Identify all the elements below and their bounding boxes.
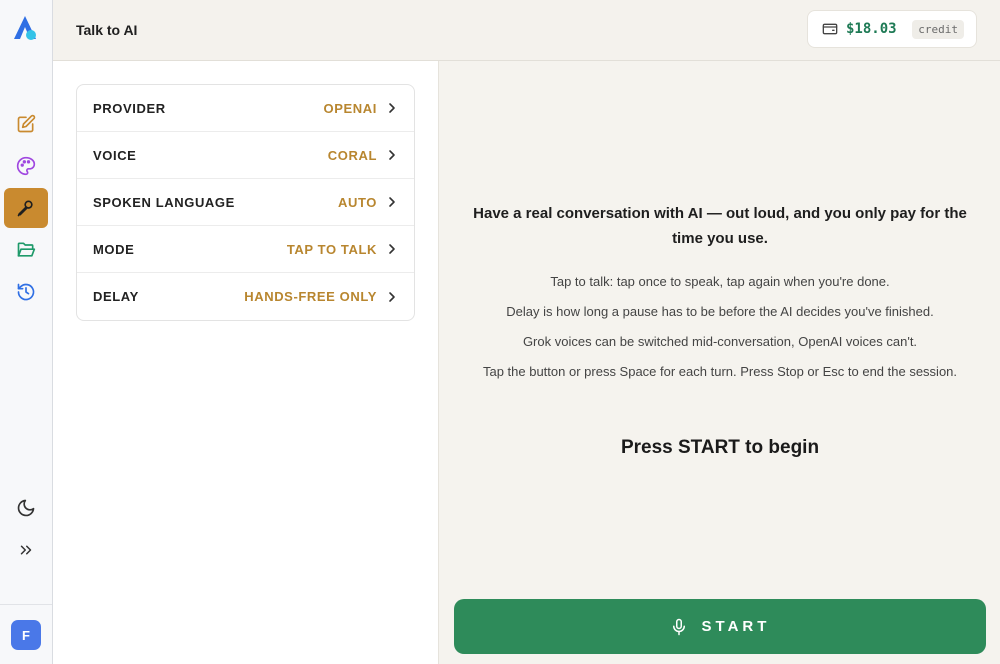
setting-delay[interactable]: DELAY HANDS-FREE ONLY	[77, 273, 414, 320]
sidebar-item-palette[interactable]	[4, 146, 48, 186]
chevron-right-icon	[389, 103, 395, 113]
info-delay: Delay is how long a pause has to be befo…	[506, 304, 934, 319]
microphone-pen-icon	[17, 200, 33, 217]
chevron-right-icon	[389, 150, 395, 160]
chevron-right-icon	[389, 244, 395, 254]
chevron-right-icon	[389, 197, 395, 207]
sidebar-item-edit[interactable]	[4, 104, 48, 144]
expand-sidebar-button[interactable]	[4, 530, 48, 570]
edit-icon	[17, 114, 36, 133]
sidebar-item-history[interactable]	[4, 272, 48, 312]
history-icon	[17, 283, 35, 301]
setting-label: DELAY	[93, 289, 139, 304]
setting-value: TAP TO TALK	[286, 241, 377, 257]
wallet-icon	[822, 23, 838, 35]
start-button-label: START	[701, 618, 771, 635]
setting-value: HANDS-FREE ONLY	[244, 289, 377, 304]
credit-label: credit	[912, 19, 964, 39]
avatar[interactable]: F	[11, 620, 41, 650]
chevron-right-icon	[389, 291, 395, 302]
sidebar: F	[0, 0, 53, 664]
conversation-panel: Have a real conversation with AI — out l…	[439, 61, 1000, 664]
credit-balance[interactable]: $18.03 credit	[807, 10, 977, 48]
setting-mode[interactable]: MODE TAP TO TALK	[77, 226, 414, 273]
intro-text: Have a real conversation with AI — out l…	[473, 205, 967, 247]
setting-spoken-language[interactable]: SPOKEN LANGUAGE AUTO	[77, 179, 414, 226]
setting-label: SPOKEN LANGUAGE	[93, 194, 235, 210]
setting-provider[interactable]: PROVIDER OPENAI	[77, 85, 414, 132]
chevrons-right-icon	[20, 545, 32, 555]
setting-value: AUTO	[338, 194, 377, 210]
settings-card: PROVIDER OPENAI VOICE CORAL SPOKEN LANGU…	[76, 84, 415, 321]
sidebar-divider	[0, 604, 52, 605]
app-logo-icon[interactable]	[12, 14, 38, 42]
microphone-icon	[672, 618, 685, 635]
info-controls: Tap the button or press Space for each t…	[482, 364, 958, 379]
theme-toggle-button[interactable]	[4, 488, 48, 528]
setting-label: MODE	[93, 241, 135, 257]
setting-label: VOICE	[93, 147, 137, 163]
moon-icon	[17, 499, 35, 517]
palette-icon	[16, 156, 36, 176]
credit-amount: $18.03	[846, 21, 897, 37]
start-prompt: Press START to begin	[620, 437, 820, 458]
sidebar-item-files[interactable]	[4, 230, 48, 270]
setting-label: PROVIDER	[93, 100, 166, 116]
setting-value: CORAL	[327, 147, 377, 163]
setting-value: OPENAI	[323, 100, 377, 116]
info-tap-to-talk: Tap to talk: tap once to speak, tap agai…	[550, 274, 890, 289]
info-voices: Grok voices can be switched mid-conversa…	[522, 334, 918, 349]
page-title: Talk to AI	[76, 22, 138, 38]
page-header: Talk to AI $18.03 credit	[53, 0, 1000, 61]
settings-panel: PROVIDER OPENAI VOICE CORAL SPOKEN LANGU…	[53, 61, 439, 664]
start-button[interactable]: START	[454, 599, 986, 654]
setting-voice[interactable]: VOICE CORAL	[77, 132, 414, 179]
sidebar-item-talk[interactable]	[4, 188, 48, 228]
folder-open-icon	[17, 242, 36, 257]
